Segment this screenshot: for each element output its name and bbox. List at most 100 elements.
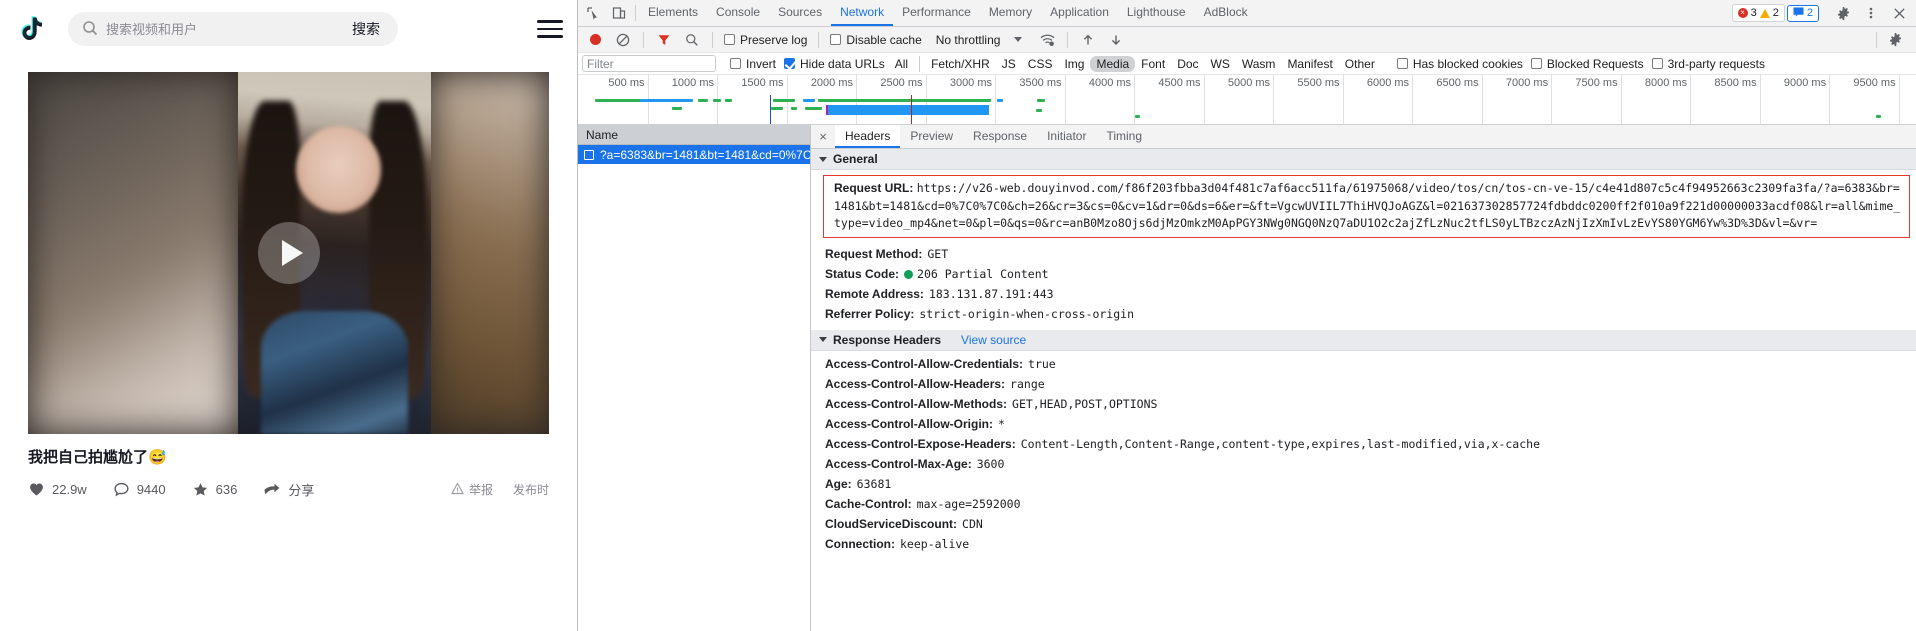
share-button[interactable]: 分享 — [263, 480, 314, 499]
response-headers-section-header[interactable]: Response Headers View source — [811, 329, 1916, 351]
import-har-icon[interactable] — [1075, 33, 1101, 47]
device-toolbar-icon[interactable] — [606, 0, 632, 26]
response-header-field: Connection: keep-alive — [825, 534, 1916, 554]
type-filter-all[interactable]: All — [889, 56, 914, 72]
detail-tab-response[interactable]: Response — [963, 125, 1037, 148]
more-options-icon[interactable] — [1858, 6, 1884, 20]
timeline-tick: 7500 ms — [1575, 75, 1622, 124]
record-button[interactable] — [582, 34, 608, 45]
export-har-icon[interactable] — [1103, 33, 1129, 47]
detail-tab-timing[interactable]: Timing — [1096, 125, 1152, 148]
blocked-requests-checkbox[interactable]: Blocked Requests — [1527, 57, 1648, 71]
timeline-tick-label: 5500 ms — [1297, 77, 1340, 89]
comment-button[interactable]: 9440 — [113, 481, 166, 498]
toolbar-divider-7 — [1876, 31, 1877, 48]
gear-icon[interactable] — [1830, 6, 1856, 21]
disable-cache-checkbox[interactable]: Disable cache — [826, 33, 925, 47]
tab-application[interactable]: Application — [1041, 0, 1118, 26]
favorite-button[interactable]: 636 — [192, 481, 237, 498]
network-filter-row: Invert Hide data URLs All Fetch/XHR JS C… — [578, 53, 1916, 75]
throttling-value[interactable]: No throttling — [936, 33, 1001, 47]
disable-cache-label: Disable cache — [846, 32, 922, 47]
filter-toggle-icon[interactable] — [651, 33, 677, 47]
timeline-band — [817, 99, 992, 102]
like-button[interactable]: 22.9w — [28, 481, 87, 498]
detail-tab-initiator[interactable]: Initiator — [1037, 125, 1096, 148]
type-filter-fetch-xhr[interactable]: Fetch/XHR — [925, 56, 996, 72]
view-source-link[interactable]: View source — [961, 333, 1026, 347]
type-filter-wasm[interactable]: Wasm — [1236, 56, 1282, 72]
column-header-name[interactable]: Name — [586, 128, 618, 142]
timeline-tick-label: 6000 ms — [1366, 77, 1410, 89]
close-detail-icon[interactable]: × — [811, 125, 835, 148]
timeline-body[interactable]: 500 ms 1000 ms 1500 ms 2000 ms 2500 ms 3000 m… — [578, 75, 1916, 124]
third-party-requests-checkbox[interactable]: 3rd-party requests — [1648, 57, 1769, 71]
type-filter-doc[interactable]: Doc — [1171, 56, 1204, 72]
play-triangle-icon — [281, 240, 303, 266]
error-icon: × — [1737, 8, 1748, 18]
tab-performance[interactable]: Performance — [893, 0, 980, 26]
filter-input[interactable] — [582, 55, 716, 72]
status-dot-icon — [904, 269, 914, 279]
checkbox-box — [784, 58, 796, 69]
table-row[interactable]: ?a=6383&br=1481&bt=1481&cd=0%7C0%7... — [578, 145, 810, 164]
headers-content[interactable]: General Request URL: https://v26-web.dou… — [811, 149, 1916, 631]
request-url-value[interactable]: https://v26-web.douyinvod.com/f86f203fbb… — [834, 181, 1900, 230]
video-player[interactable] — [28, 72, 549, 434]
timeline-tick-label: 4000 ms — [1088, 77, 1132, 89]
tab-sources[interactable]: Sources — [769, 0, 831, 26]
type-filter-ws[interactable]: WS — [1205, 56, 1236, 72]
tiktok-logo-icon[interactable] — [14, 10, 52, 48]
type-filter-js[interactable]: JS — [996, 56, 1022, 72]
response-header-field: Access-Control-Allow-Credentials: true — [825, 354, 1916, 374]
tab-lighthouse[interactable]: Lighthouse — [1118, 0, 1195, 26]
hide-data-urls-checkbox[interactable]: Hide data URLs — [780, 57, 889, 71]
type-filter-css[interactable]: CSS — [1022, 56, 1059, 72]
row-checkbox[interactable] — [584, 149, 594, 160]
tab-network[interactable]: Network — [831, 0, 894, 26]
tab-adblock[interactable]: AdBlock — [1195, 0, 1257, 26]
type-filter-other[interactable]: Other — [1339, 56, 1381, 72]
network-settings-gear-icon[interactable] — [1882, 32, 1908, 47]
has-blocked-cookies-checkbox[interactable]: Has blocked cookies — [1393, 57, 1527, 71]
tab-elements[interactable]: Elements — [639, 0, 707, 26]
search-icon[interactable] — [679, 33, 705, 47]
detail-tab-headers[interactable]: Headers — [835, 125, 901, 148]
invert-checkbox[interactable]: Invert — [726, 57, 780, 71]
close-devtools-icon[interactable] — [1886, 7, 1912, 20]
play-button[interactable] — [257, 222, 320, 284]
timeline-tick-label: 3500 ms — [1019, 77, 1062, 89]
message-counter[interactable]: 2 — [1786, 4, 1819, 22]
tab-memory[interactable]: Memory — [980, 0, 1041, 26]
report-button[interactable]: 举报 — [450, 481, 493, 498]
status-code-key: Status Code: — [825, 266, 900, 281]
issue-counters[interactable]: × 3 2 — [1731, 4, 1785, 22]
type-filter-font[interactable]: Font — [1135, 56, 1171, 72]
response-header-key: Access-Control-Allow-Methods: — [825, 396, 1008, 411]
detail-tab-preview[interactable]: Preview — [900, 125, 963, 148]
search-button[interactable]: 搜索 — [338, 19, 394, 39]
inspect-element-icon[interactable] — [580, 0, 606, 26]
load-event-marker — [911, 95, 913, 124]
network-conditions-icon[interactable] — [1034, 33, 1060, 47]
network-timeline-overview[interactable]: 500 ms 1000 ms 1500 ms 2000 ms 2500 ms 3000 m… — [578, 75, 1916, 125]
search-input[interactable] — [106, 21, 338, 37]
search-bar[interactable]: 搜索 — [68, 12, 398, 46]
response-header-value: * — [998, 416, 1005, 431]
type-filter-media[interactable]: Media — [1090, 55, 1136, 72]
type-filter-img[interactable]: Img — [1058, 56, 1090, 72]
timeline-tick-label: 8000 ms — [1644, 77, 1688, 89]
general-section-header[interactable]: General — [811, 149, 1916, 170]
tab-console[interactable]: Console — [707, 0, 769, 26]
request-detail-pane: × Headers Preview Response Initiator Tim… — [811, 125, 1916, 631]
response-header-key: Age: — [825, 476, 852, 491]
preserve-log-checkbox[interactable]: Preserve log — [720, 33, 811, 47]
type-filter-manifest[interactable]: Manifest — [1281, 56, 1338, 72]
error-count: 3 — [1750, 7, 1757, 19]
menu-icon[interactable] — [533, 17, 563, 41]
chevron-down-icon — [819, 156, 827, 162]
network-split-pane: Name ?a=6383&br=1481&bt=1481&cd=0%7C0%7.… — [578, 125, 1916, 631]
douyin-web-page: 搜索 我把自己拍尴尬了😅 22.9w 9440 — [0, 0, 578, 631]
chevron-down-icon[interactable] — [1014, 37, 1023, 42]
clear-button[interactable] — [610, 33, 636, 47]
